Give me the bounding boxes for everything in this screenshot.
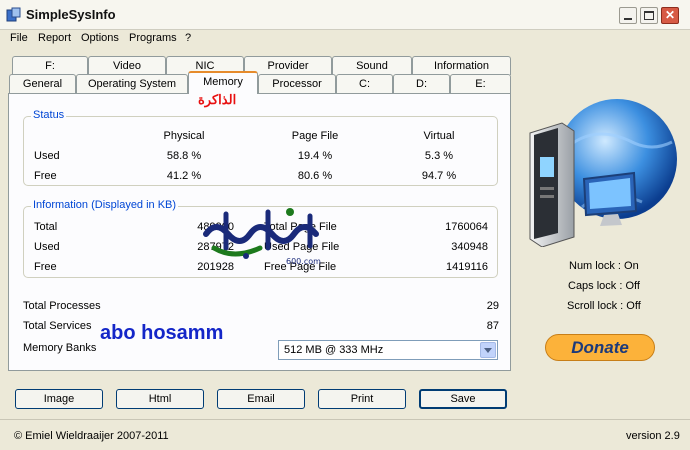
footer-divider — [0, 419, 690, 420]
total-services-label: Total Services — [23, 320, 92, 332]
info-row-label: Total — [34, 221, 58, 233]
close-button[interactable]: ✕ — [661, 7, 679, 24]
tab-video[interactable]: Video — [88, 56, 166, 75]
save-button[interactable]: Save — [419, 389, 507, 409]
email-button[interactable]: Email — [217, 389, 305, 409]
status-used-physical: 58.8 % — [166, 150, 202, 162]
menu-report[interactable]: Report — [38, 32, 71, 44]
tab-general[interactable]: General — [9, 74, 76, 93]
window-title: SimpleSysInfo — [26, 7, 116, 22]
status-header-virtual: Virtual — [423, 130, 455, 142]
caps-lock-status: Caps lock : Off — [568, 280, 640, 292]
chevron-down-icon[interactable] — [480, 342, 496, 358]
tab-d-drive[interactable]: D: — [393, 74, 450, 93]
total-services-value: 87 — [486, 320, 499, 332]
total-processes-value: 29 — [486, 300, 499, 312]
status-group: Status Physical Page File Virtual Used 5… — [23, 109, 498, 186]
info-free-page-file-value: 1419116 — [445, 261, 488, 273]
minimize-icon — [624, 18, 632, 20]
tab-processor[interactable]: Processor — [258, 74, 336, 93]
menu-bar: File Report Options Programs ? — [0, 30, 690, 48]
status-group-title: Status — [31, 109, 67, 121]
menu-programs[interactable]: Programs — [129, 32, 177, 44]
menu-options[interactable]: Options — [81, 32, 119, 44]
version-text: version 2.9 — [626, 430, 680, 442]
donate-button[interactable]: Donate — [545, 334, 655, 361]
tab-operating-system[interactable]: Operating System — [76, 74, 188, 93]
tab-information[interactable]: Information — [412, 56, 511, 75]
tab-sound[interactable]: Sound — [332, 56, 412, 75]
status-row-label: Free — [34, 170, 57, 182]
info-row-label: Used — [34, 241, 60, 253]
status-header-physical: Physical — [163, 130, 205, 142]
info-total-page-file-value: 1760064 — [445, 221, 488, 233]
tab-memory[interactable]: Memory — [188, 71, 258, 94]
menu-file[interactable]: File — [10, 32, 28, 44]
status-free-physical: 41.2 % — [166, 170, 202, 182]
minimize-button[interactable] — [619, 7, 637, 24]
title-bar: SimpleSysInfo ✕ — [0, 0, 690, 30]
info-used-page-file-value: 340948 — [451, 241, 488, 253]
close-icon: ✕ — [664, 8, 676, 22]
memory-banks-select[interactable]: 512 MB @ 333 MHz — [278, 340, 498, 360]
arabic-memory-overlay: الذاكرة — [198, 92, 237, 107]
memory-banks-value: 512 MB @ 333 MHz — [284, 344, 384, 356]
status-used-page-file: 19.4 % — [297, 150, 333, 162]
memory-banks-label: Memory Banks — [23, 342, 97, 354]
info-group-title: Information (Displayed in KB) — [31, 199, 179, 211]
svg-text:600.com: 600.com — [286, 257, 321, 266]
copyright-text: © Emiel Wieldraaijer 2007-2011 — [14, 430, 169, 442]
watermark-text: abo hosamm — [100, 322, 224, 344]
tab-c-drive[interactable]: C: — [336, 74, 393, 93]
tab-f-drive[interactable]: F: — [12, 56, 88, 75]
html-button[interactable]: Html — [116, 389, 204, 409]
print-button[interactable]: Print — [318, 389, 406, 409]
info-row-label: Free — [34, 261, 57, 273]
status-free-page-file: 80.6 % — [297, 170, 333, 182]
status-row-label: Used — [34, 150, 60, 162]
maximize-icon — [644, 11, 654, 20]
menu-help[interactable]: ? — [185, 32, 191, 44]
status-used-virtual: 5.3 % — [424, 150, 454, 162]
tab-e-drive[interactable]: E: — [450, 74, 511, 93]
status-header-page-file: Page File — [291, 130, 339, 142]
num-lock-status: Num lock : On — [569, 260, 639, 272]
app-icon — [6, 7, 21, 22]
maximize-button[interactable] — [640, 7, 658, 24]
image-button[interactable]: Image — [15, 389, 103, 409]
scroll-lock-status: Scroll lock : Off — [567, 300, 641, 312]
total-processes-label: Total Processes — [23, 300, 101, 312]
computer-globe-icon — [529, 99, 677, 247]
status-free-virtual: 94.7 % — [421, 170, 457, 182]
site-logo-arabic-text: 600.com — [203, 208, 321, 266]
